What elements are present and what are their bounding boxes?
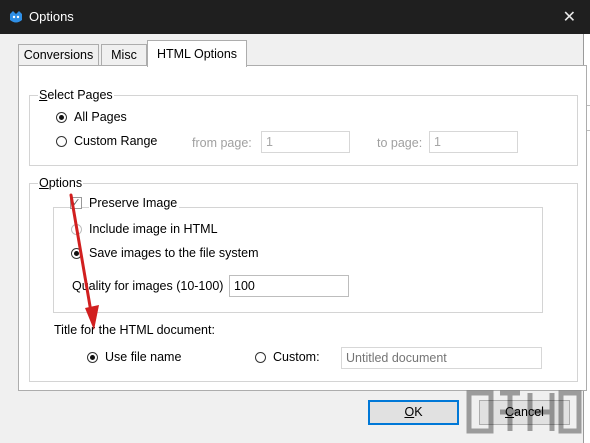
tab-label: HTML Options bbox=[156, 47, 238, 61]
preserve-image-checkbox[interactable]: ✓ bbox=[70, 197, 82, 209]
ok-button[interactable]: OK bbox=[368, 400, 459, 425]
tab-panel-html-options: Select Pages All Pages Custom Range from… bbox=[18, 65, 587, 391]
include-image-html-radio[interactable] bbox=[71, 224, 82, 235]
custom-title-input[interactable] bbox=[341, 347, 542, 369]
all-pages-label[interactable]: All Pages bbox=[74, 109, 127, 125]
save-images-fs-radio[interactable] bbox=[71, 248, 82, 259]
use-file-name-label[interactable]: Use file name bbox=[105, 349, 181, 365]
all-pages-radio[interactable] bbox=[56, 112, 67, 123]
custom-range-radio[interactable] bbox=[56, 136, 67, 147]
title-bar: Options ✕ bbox=[0, 0, 590, 34]
quality-input[interactable] bbox=[229, 275, 349, 297]
from-page-label: from page: bbox=[192, 136, 252, 150]
to-page-label: to page: bbox=[377, 136, 423, 150]
options-legend: Options bbox=[38, 176, 84, 190]
close-icon[interactable]: ✕ bbox=[563, 7, 576, 27]
tab-misc[interactable]: Misc bbox=[101, 44, 147, 66]
custom-range-label[interactable]: Custom Range bbox=[74, 133, 157, 149]
html-title-label: Title for the HTML document: bbox=[54, 323, 215, 337]
to-page-input[interactable] bbox=[429, 131, 518, 153]
select-pages-legend: Select Pages bbox=[38, 88, 114, 102]
tab-label: Conversions bbox=[23, 48, 94, 62]
tab-html-options[interactable]: HTML Options bbox=[147, 40, 247, 67]
tab-label: Misc bbox=[111, 48, 137, 62]
include-image-html-label[interactable]: Include image in HTML bbox=[89, 221, 218, 237]
app-icon bbox=[10, 11, 22, 23]
use-file-name-radio[interactable] bbox=[87, 352, 98, 363]
from-page-input[interactable] bbox=[261, 131, 350, 153]
custom-title-label[interactable]: Custom: bbox=[273, 349, 320, 365]
quality-label: Quality for images (10-100) bbox=[72, 279, 224, 293]
window-title: Options bbox=[29, 9, 74, 24]
save-images-fs-label[interactable]: Save images to the file system bbox=[89, 245, 259, 261]
cancel-button[interactable]: Cancel bbox=[479, 400, 570, 425]
tab-conversions[interactable]: Conversions bbox=[18, 44, 99, 66]
preserve-image-label[interactable]: Preserve Image bbox=[89, 195, 180, 211]
custom-title-radio[interactable] bbox=[255, 352, 266, 363]
